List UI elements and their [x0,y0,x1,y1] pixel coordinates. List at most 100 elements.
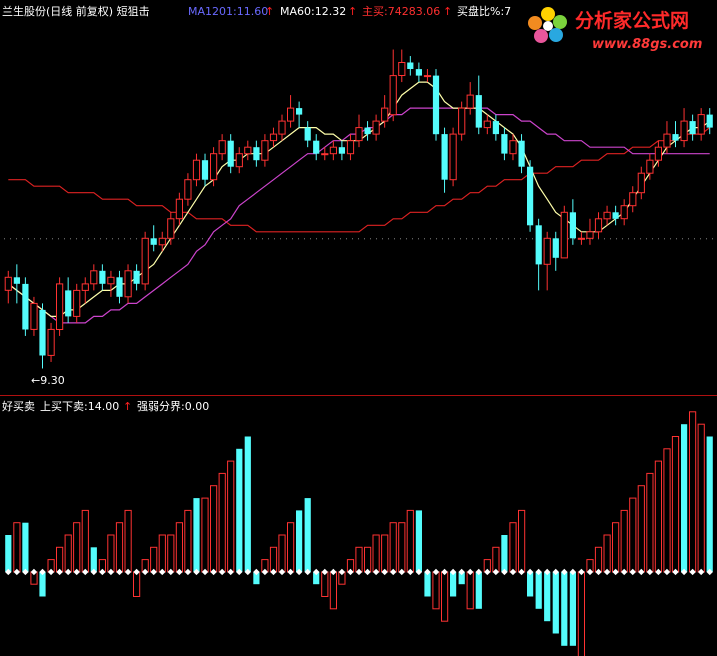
candle-down [612,212,619,219]
strength-divider-indicator: 强弱分界:0.00 [137,400,209,413]
candle-down [116,277,123,297]
reference-dot [232,238,233,240]
bar-down [424,571,431,597]
ma60-indicator: MA60:12.32 [280,5,346,18]
reference-dot [358,238,359,240]
bar-up [13,522,21,573]
candle-up [192,159,201,181]
candle-up [509,140,517,155]
reference-dot [112,238,113,240]
reference-dot [124,238,125,240]
bar-up [654,460,662,573]
reference-dot [220,238,221,240]
candle-down [253,147,260,161]
candle-up [287,107,295,122]
candle-up [4,276,12,291]
bar-down [706,436,713,572]
candle-down [441,134,448,180]
candle-down [672,134,679,141]
buy-sell-bar-panel [5,411,713,656]
reference-dot [346,238,347,240]
low-price-marker: ←9.30 [31,374,65,387]
reference-dot [322,238,323,240]
candle-up [167,218,175,239]
bar-up [406,509,414,573]
bar-up [663,448,671,573]
candle-up [321,153,329,156]
watermark: 分析家公式网 www.88gs.com [528,7,702,52]
candle-up [483,120,491,129]
reference-dot [352,238,353,240]
candlestick-panel [4,49,713,369]
reference-dot [400,238,401,240]
candle-up [244,146,252,155]
reference-dot [202,238,203,240]
bar-up [56,546,64,573]
candle-up [329,146,337,155]
candle-up [586,231,594,239]
candle-down [227,140,234,167]
candle-down [518,140,525,167]
reference-dot [532,238,533,240]
bar-down [475,571,482,609]
bar-down [415,510,422,572]
bar-up [175,522,184,573]
reference-dot [496,238,497,240]
reference-dot [130,238,131,240]
lower-title: 好买卖 [2,399,35,413]
reference-dot [40,238,41,240]
candle-down [364,127,371,135]
reference-dot [616,238,617,240]
bar-up [518,509,526,573]
reference-dot [58,238,59,240]
bar-up [321,571,329,598]
candle-down [527,166,534,226]
bar-up [398,522,406,573]
bar-down [244,436,251,572]
reference-dot [292,238,293,240]
bar-up [620,509,628,573]
bar-down [527,571,534,597]
reference-dot [568,238,569,240]
candle-up [620,205,628,220]
bar-up [381,534,389,573]
stock-title: 兰生股份(日线 前复权) 短狙击 [2,4,150,18]
reference-dot [64,238,65,240]
reference-dot [34,238,35,240]
reference-dot [280,238,281,240]
candle-down [13,277,20,284]
reference-dot [424,238,425,240]
bar-up [133,571,141,598]
reference-dot [94,238,95,240]
reference-dot [256,238,257,240]
reference-dot [700,238,701,240]
reference-dot [604,238,605,240]
bar-down [450,571,457,597]
candle-down [407,62,414,69]
bar-down [5,535,12,572]
bar-down [90,547,97,572]
bar-up [115,522,124,573]
bar-down [501,535,508,572]
reference-dot [100,238,101,240]
bar-down [569,571,576,646]
reference-dot [382,238,383,240]
reference-dot [658,238,659,240]
reference-dot [484,238,485,240]
reference-dot [520,238,521,240]
reference-dot [664,238,665,240]
reference-dot [304,238,305,240]
candle-up [141,237,149,285]
candle-down [552,238,559,258]
reference-dot [376,238,377,240]
reference-dot [238,238,239,240]
candle-up [30,302,38,330]
candle-down [432,75,440,135]
bar-up [107,534,115,573]
watermark-brand: 分析家公式网 [575,9,689,32]
bar-down [544,571,551,622]
bar-up [509,522,517,573]
reference-dot [502,238,503,240]
bar-up [612,522,620,573]
bar-up [637,485,645,573]
